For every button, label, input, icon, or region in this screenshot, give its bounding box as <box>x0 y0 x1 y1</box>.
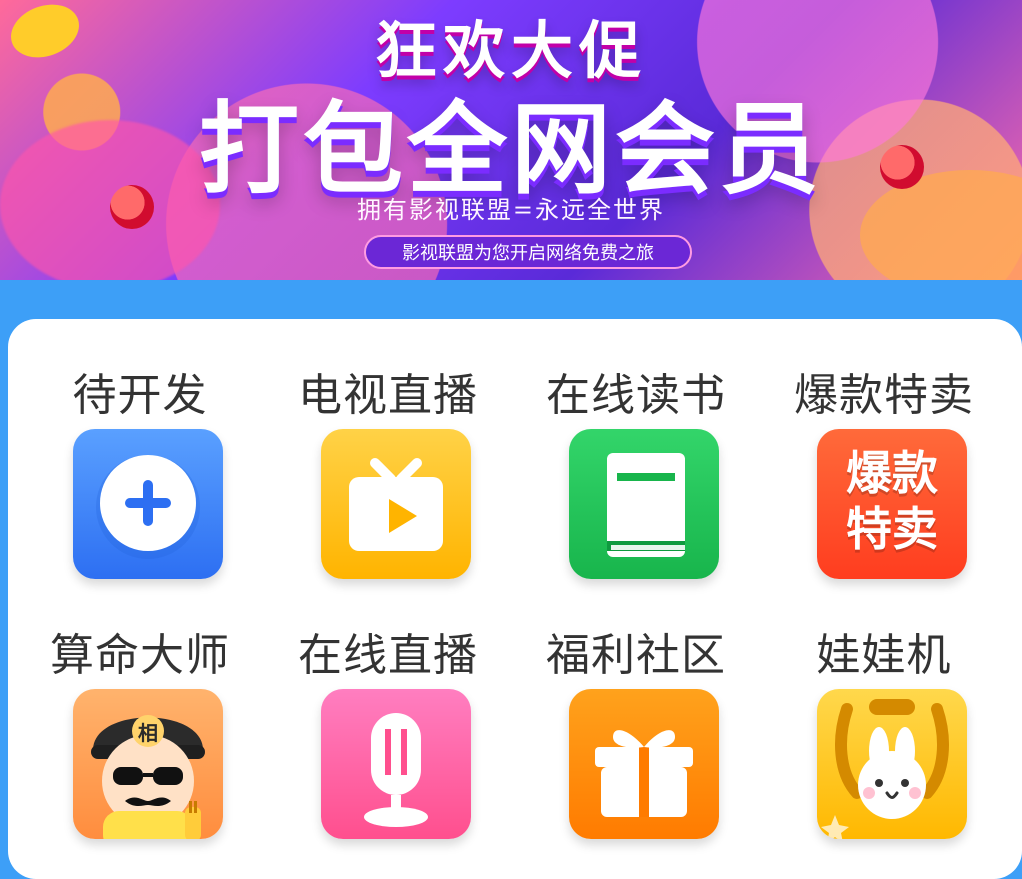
app-tile-tv[interactable]: 电视直播 <box>264 319 512 579</box>
app-tile-reading[interactable]: 在线读书 <box>512 319 760 579</box>
app-tile-hot-sale[interactable]: 爆款特卖 爆款 特卖 <box>760 319 1008 579</box>
gift-icon-svg <box>595 730 693 817</box>
banner-subtitle: 拥有影视联盟=永远全世界 <box>356 196 666 224</box>
tv-icon-svg <box>349 458 443 551</box>
hot-sale-icon-text-line: 爆款 <box>846 446 938 500</box>
app-label: 福利社区 <box>546 630 726 681</box>
app-label: 爆款特卖 <box>794 370 974 421</box>
app-label: 算命大师 <box>50 630 230 681</box>
app-tile-fortune[interactable]: 算命大师 相 <box>16 579 264 839</box>
hot-sale-icon-text: 爆款 特卖 <box>817 445 967 557</box>
app-label: 在线读书 <box>546 370 726 421</box>
app-label: 电视直播 <box>298 370 478 421</box>
promo-banner[interactable]: 狂欢大促 打包全网会员 拥有影视联盟=永远全世界 影视联盟为您开启网络免费之旅 <box>0 0 1022 280</box>
app-label: 待开发 <box>72 370 208 421</box>
app-tile-dev[interactable]: 待开发 <box>16 319 264 579</box>
hot-sale-icon[interactable]: 爆款 特卖 <box>817 429 967 579</box>
book-icon-svg <box>607 453 685 557</box>
apps-grid: 待开发 电视直播 在线读书 爆款特卖 爆款 特卖 算命大师 相 在线直播 福利社… <box>8 319 1022 854</box>
claw-machine-icon[interactable] <box>817 689 967 839</box>
hot-sale-icon-text-line: 特卖 <box>846 502 938 556</box>
app-tile-live[interactable]: 在线直播 <box>264 579 512 839</box>
microphone-icon-svg <box>364 713 428 827</box>
app-label: 娃娃机 <box>816 630 952 681</box>
fortune-badge-text: 相 <box>138 721 158 745</box>
banner-pill: 影视联盟为您开启网络免费之旅 <box>364 235 692 269</box>
add-icon[interactable] <box>73 429 223 579</box>
book-icon[interactable] <box>569 429 719 579</box>
microphone-icon[interactable] <box>321 689 471 839</box>
app-label: 在线直播 <box>298 630 478 681</box>
claw-machine-icon-svg <box>821 699 949 839</box>
add-icon-svg <box>96 455 200 559</box>
app-tile-claw[interactable]: 娃娃机 <box>760 579 1008 839</box>
fortune-master-icon-svg <box>91 715 205 839</box>
tv-icon[interactable] <box>321 429 471 579</box>
app-tile-welfare[interactable]: 福利社区 <box>512 579 760 839</box>
gift-icon[interactable] <box>569 689 719 839</box>
fortune-master-icon[interactable]: 相 <box>73 689 223 839</box>
